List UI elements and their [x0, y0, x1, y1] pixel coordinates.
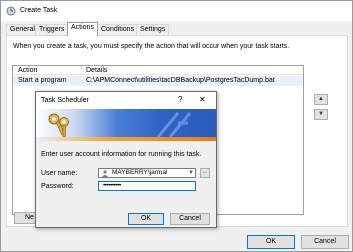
keys-icon [48, 113, 69, 138]
move-down-button[interactable]: ▼ [314, 109, 328, 120]
row-details-cell: C:\APMConnect\utilities\tacDBBackup\Post… [86, 77, 275, 84]
password-label: Password: [41, 183, 74, 190]
table-row[interactable]: Start a program C:\APMConnect\utilities\… [13, 76, 303, 86]
dialog-ok-button[interactable]: OK [128, 213, 164, 225]
window-title: Create Task [20, 7, 58, 14]
dialog-message: Enter user account information for runni… [41, 151, 202, 158]
actions-intro-text: When you create a task, you must specify… [13, 43, 290, 50]
user-name-label: User name: [41, 170, 78, 177]
dialog-title: Task Scheduler [41, 97, 89, 104]
browse-user-button[interactable]: ... [200, 168, 210, 178]
user-icon [102, 170, 108, 177]
password-field[interactable]: •••••••••• [98, 181, 196, 191]
dialog-cancel-button[interactable]: Cancel [170, 213, 210, 225]
close-button[interactable]: ✕ [199, 95, 206, 104]
banner-stripe [36, 137, 216, 141]
chevron-down-icon: ▼ [318, 111, 324, 117]
ok-button[interactable]: OK [247, 235, 295, 249]
move-up-button[interactable]: ▲ [314, 94, 328, 105]
task-scheduler-icon [6, 6, 16, 16]
chevron-down-icon[interactable]: ▼ [188, 169, 194, 177]
tab-actions[interactable]: Actions [67, 22, 98, 36]
table-header: Action Details [13, 66, 303, 75]
task-scheduler-dialog: Task Scheduler ? ✕ Enter user account in… [35, 91, 217, 228]
dialog-title-bar: Task Scheduler ? ✕ [36, 92, 216, 109]
user-name-value: MAYBERRY\jarmal [112, 169, 168, 176]
help-button[interactable]: ? [178, 95, 182, 104]
title-bar: Create Task [1, 1, 352, 21]
cancel-button[interactable]: Cancel [301, 235, 349, 249]
dialog-banner [36, 109, 216, 141]
user-name-combobox[interactable]: MAYBERRY\jarmal ▼ [98, 168, 196, 178]
column-header-details[interactable]: Details [86, 67, 107, 74]
chevron-up-icon: ▲ [318, 96, 324, 102]
column-divider[interactable] [81, 66, 82, 75]
row-action-cell: Start a program [18, 77, 67, 84]
column-header-action[interactable]: Action [18, 67, 37, 74]
